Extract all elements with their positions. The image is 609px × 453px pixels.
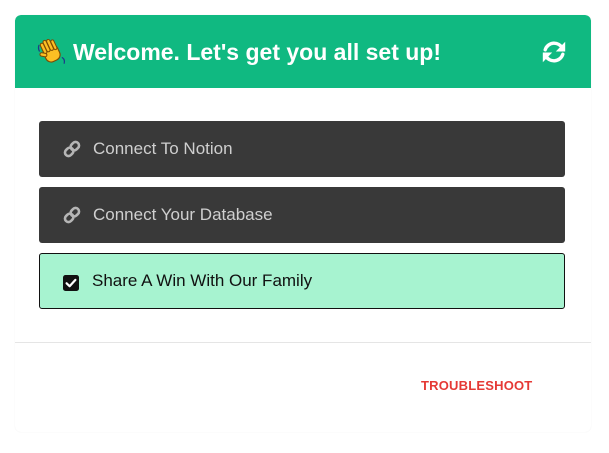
setup-modal: Welcome. Let's get you all set up! Conne… [15,15,591,432]
link-icon [63,206,81,224]
refresh-icon[interactable] [541,39,567,65]
step-label: Connect To Notion [93,139,233,158]
troubleshoot-button[interactable]: TROUBLESHOOT [421,375,551,397]
checkbox-checked-icon [63,275,79,291]
step-share-win[interactable]: Share A Win With Our Family [39,253,565,309]
page-title: Welcome. Let's get you all set up! [73,39,442,65]
step-label: Connect Your Database [93,205,273,224]
modal-header: Welcome. Let's get you all set up! [15,15,591,88]
footer-divider [15,342,591,343]
step-connect-database[interactable]: Connect Your Database [39,187,565,243]
link-icon [63,140,81,158]
step-label: Share A Win With Our Family [92,271,313,290]
waving-hand-icon [37,38,66,64]
step-connect-notion[interactable]: Connect To Notion [39,121,565,177]
